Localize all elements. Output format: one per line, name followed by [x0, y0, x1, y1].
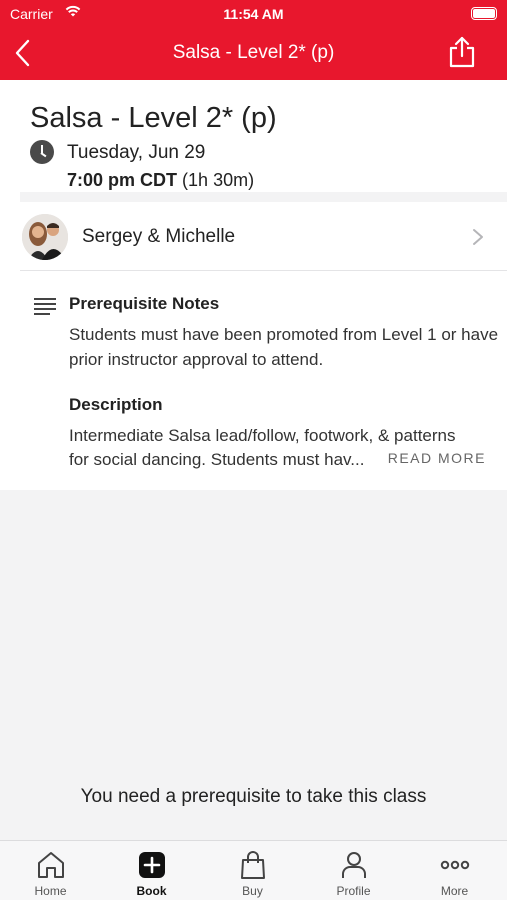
class-duration: (1h 30m)	[182, 170, 255, 190]
status-time: 11:54 AM	[223, 6, 284, 22]
notes-lines-icon	[34, 298, 56, 316]
more-dots-icon	[440, 860, 470, 870]
nav-title: Salsa - Level 2* (p)	[172, 42, 335, 63]
avatar	[22, 214, 68, 260]
tab-more-label: More	[440, 884, 469, 898]
tab-book[interactable]: Book	[101, 841, 202, 900]
class-detail-card: Salsa - Level 2* (p) Tuesday, Jun 29 7:0…	[0, 80, 507, 490]
divider	[20, 270, 507, 271]
battery-icon	[471, 7, 497, 20]
tab-buy[interactable]: Buy	[202, 841, 303, 900]
time-row: 7:00 pm CDT (1h 30m)	[67, 170, 254, 191]
tab-home-label: Home	[34, 884, 67, 898]
shopping-bag-icon	[241, 851, 265, 879]
tab-home[interactable]: Home	[0, 841, 101, 900]
chevron-right-icon	[473, 229, 483, 245]
book-plus-icon	[139, 852, 165, 878]
prerequisite-body: Students must have been promoted from Le…	[69, 325, 499, 369]
class-date: Tuesday, Jun 29	[67, 142, 206, 163]
description-line-2: for social dancing. Students must hav...	[69, 450, 365, 469]
prerequisite-heading: Prerequisite Notes	[69, 294, 220, 313]
read-more-link[interactable]: READ MORE	[388, 450, 486, 466]
home-icon	[38, 852, 64, 878]
person-icon	[342, 852, 366, 878]
instructor-name: Sergey & Michelle	[82, 226, 236, 247]
tab-bar: Home Book Buy Profile More	[0, 840, 507, 900]
tab-profile[interactable]: Profile	[303, 841, 404, 900]
description-line-1: Intermediate Salsa lead/follow, footwork…	[69, 426, 456, 445]
description-heading: Description	[69, 395, 163, 414]
section-separator	[20, 192, 507, 202]
status-bar: Carrier 11:54 AM	[0, 0, 507, 28]
class-time: 7:00 pm CDT	[67, 170, 178, 190]
tab-book-label: Book	[136, 884, 167, 898]
class-title: Salsa - Level 2* (p)	[30, 102, 277, 134]
share-icon[interactable]	[447, 36, 477, 68]
tab-more[interactable]: More	[404, 841, 505, 900]
clock-icon	[30, 140, 54, 164]
tab-profile-label: Profile	[336, 884, 371, 898]
prerequisite-message: You need a prerequisite to take this cla…	[80, 786, 427, 807]
instructor-row[interactable]: Sergey & Michelle	[0, 202, 507, 272]
tab-buy-label: Buy	[242, 884, 263, 898]
back-chevron-icon[interactable]	[12, 38, 34, 68]
app-header: Carrier 11:54 AM Salsa - Level 2* (p)	[0, 0, 507, 80]
